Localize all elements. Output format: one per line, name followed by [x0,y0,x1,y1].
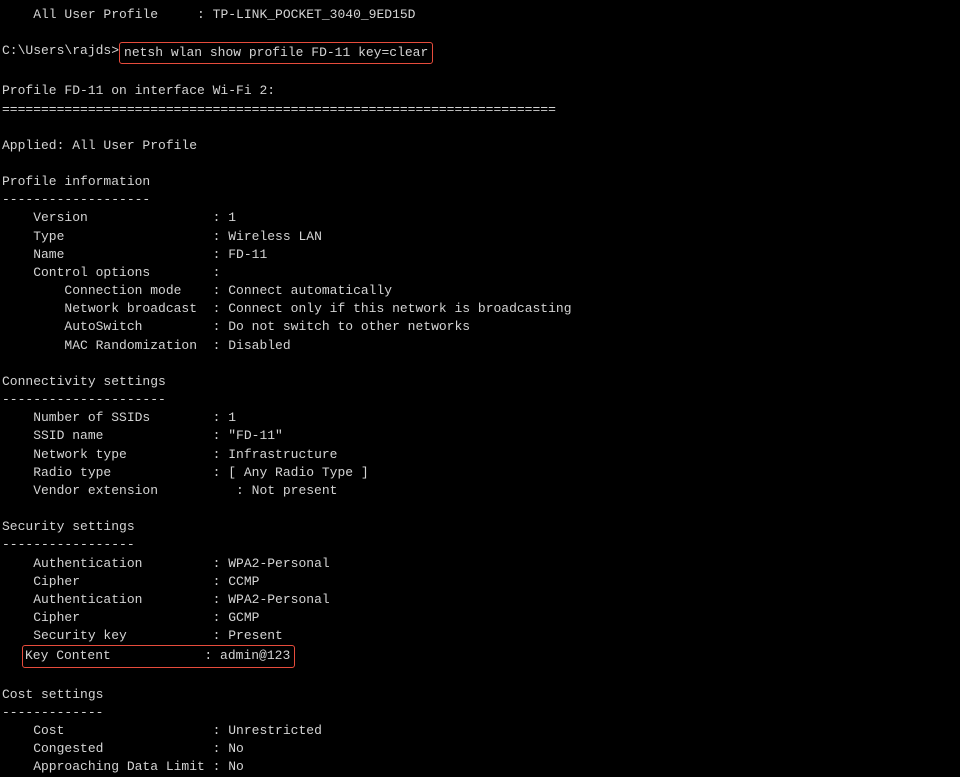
connectivity-title: Connectivity settings [0,373,960,391]
blank-line [0,119,960,137]
applied-line: Applied: All User Profile [0,137,960,155]
blank-line [0,155,960,173]
network-broadcast-row: Network broadcast : Connect only if this… [0,300,960,318]
blank-line [0,668,960,686]
cipher1-row: Cipher : CCMP [0,573,960,591]
authentication2-row: Authentication : WPA2-Personal [0,591,960,609]
network-type-row: Network type : Infrastructure [0,446,960,464]
command-prompt-line[interactable]: C:\Users\rajds>netsh wlan show profile F… [0,42,960,64]
ssid-name-row: SSID name : "FD-11" [0,427,960,445]
data-limit-row: Approaching Data Limit : No [0,758,960,776]
mac-randomization-row: MAC Randomization : Disabled [0,337,960,355]
security-dash: ----------------- [0,536,960,554]
cipher2-row: Cipher : GCMP [0,609,960,627]
num-ssids-row: Number of SSIDs : 1 [0,409,960,427]
divider: ========================================… [0,101,960,119]
blank-line [0,24,960,42]
blank-line [0,64,960,82]
profile-header: Profile FD-11 on interface Wi-Fi 2: [0,82,960,100]
security-key-row: Security key : Present [0,627,960,645]
autoswitch-row: AutoSwitch : Do not switch to other netw… [0,318,960,336]
prompt-path: C:\Users\rajds> [2,42,119,64]
authentication1-row: Authentication : WPA2-Personal [0,555,960,573]
profile-info-title: Profile information [0,173,960,191]
name-row: Name : FD-11 [0,246,960,264]
profile-info-dash: ------------------- [0,191,960,209]
header-all-user-profile: All User Profile : TP-LINK_POCKET_3040_9… [0,6,960,24]
security-title: Security settings [0,518,960,536]
control-options-row: Control options : [0,264,960,282]
blank-line [0,500,960,518]
radio-type-row: Radio type : [ Any Radio Type ] [0,464,960,482]
key-content-highlight: Key Content : admin@123 [22,645,295,667]
cost-title: Cost settings [0,686,960,704]
type-row: Type : Wireless LAN [0,228,960,246]
connectivity-dash: --------------------- [0,391,960,409]
vendor-extension-row: Vendor extension : Not present [0,482,960,500]
version-row: Version : 1 [0,209,960,227]
cost-dash: ------------- [0,704,960,722]
congested-row: Congested : No [0,740,960,758]
blank-line [0,355,960,373]
cost-row: Cost : Unrestricted [0,722,960,740]
command-highlight: netsh wlan show profile FD-11 key=clear [119,42,433,64]
connection-mode-row: Connection mode : Connect automatically [0,282,960,300]
